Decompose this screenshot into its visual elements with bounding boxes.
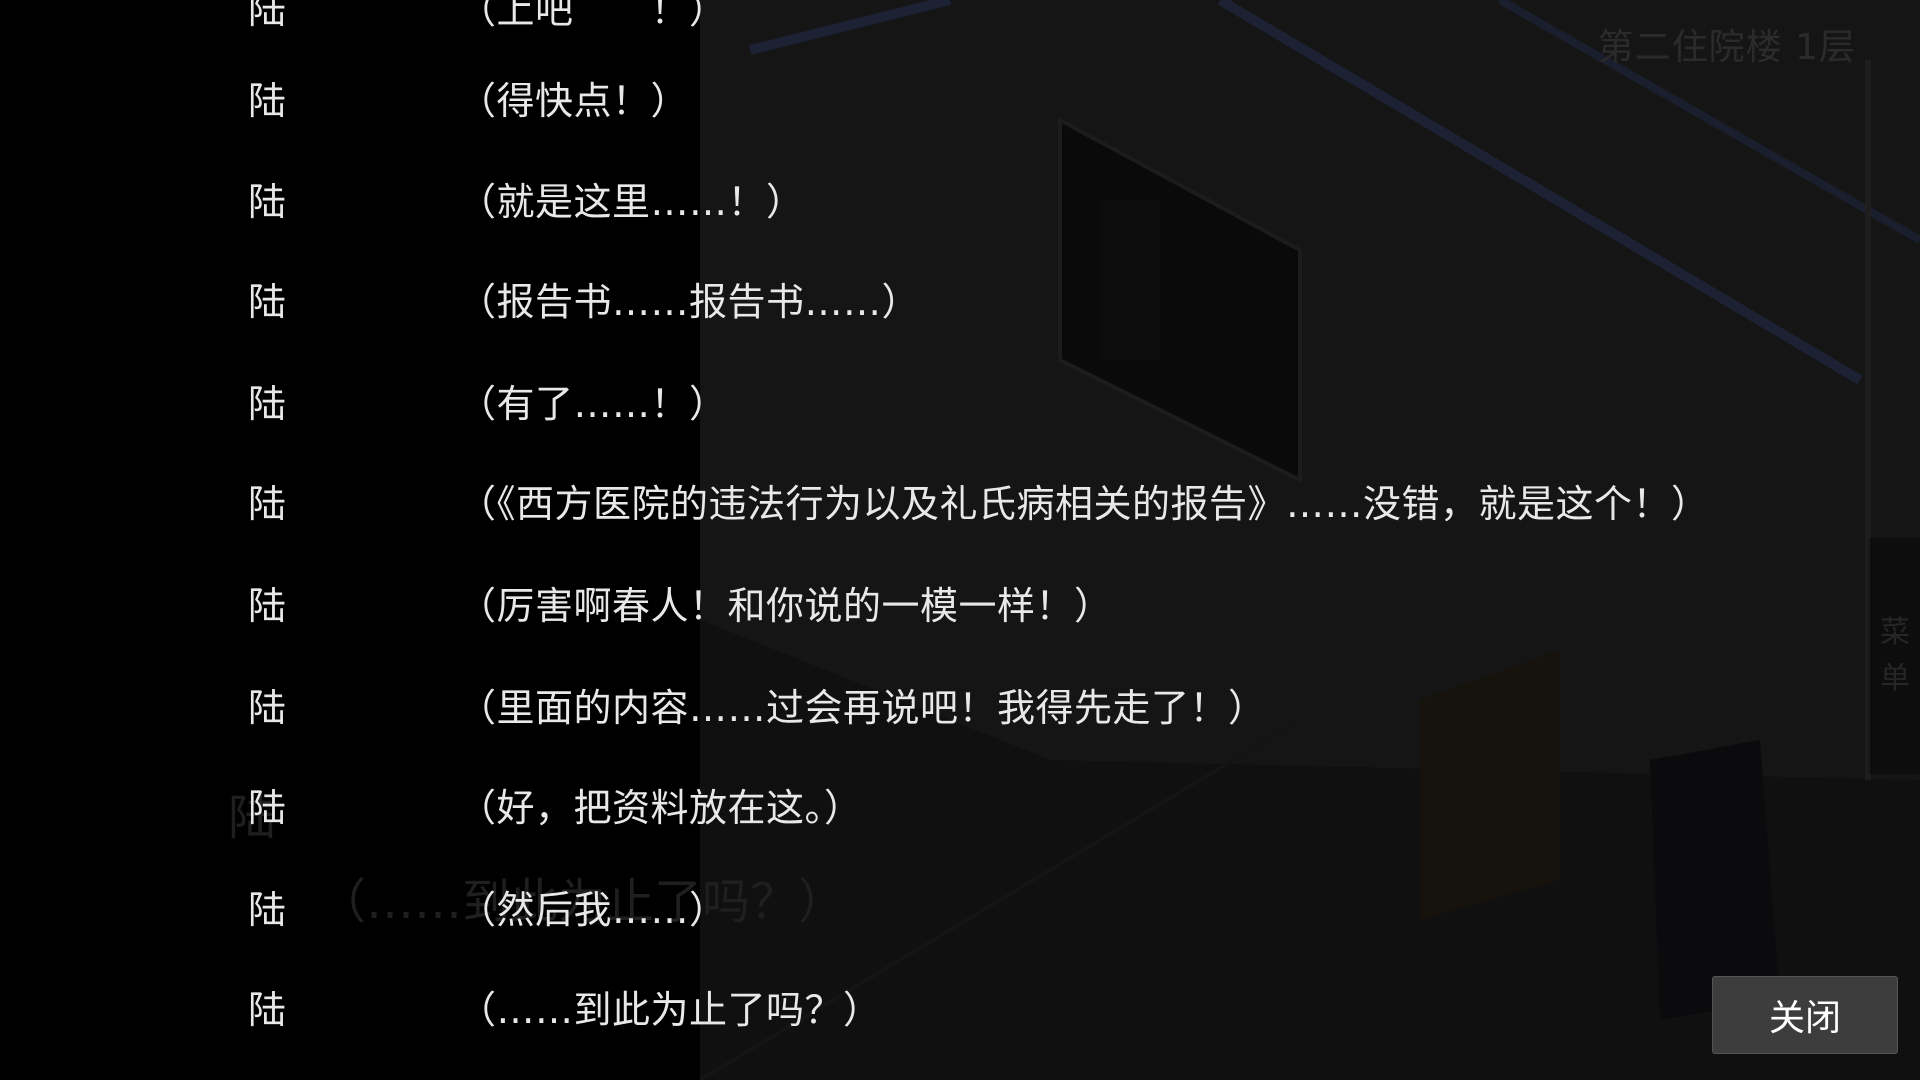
backlog-line: （厉害啊春人！和你说的一模一样！） <box>458 584 1113 628</box>
backlog-entry: 陆 （……到此为止了吗？） <box>0 980 1920 1040</box>
backlog-line: （里面的内容……过会再说吧！我得先走了！） <box>458 686 1267 730</box>
backlog-line: （好，把资料放在这。） <box>458 786 863 830</box>
backlog-entry: 陆 （就是这里……！） <box>0 172 1920 232</box>
backlog-speaker: 陆 <box>248 786 287 830</box>
backlog-entry: 陆 （上吧 ！） <box>0 0 1920 40</box>
backlog-speaker: 陆 <box>248 686 287 730</box>
backlog-speaker: 陆 <box>248 888 287 932</box>
backlog-line: （有了……！） <box>458 382 728 426</box>
backlog-speaker: 陆 <box>248 79 287 123</box>
backlog-entry: 陆 （报告书……报告书……） <box>0 272 1920 332</box>
backlog-entry: 陆 （得快点！） <box>0 71 1920 131</box>
backlog-line: （《西方医院的违法行为以及礼氏病相关的报告》……没错，就是这个！） <box>458 482 1710 526</box>
backlog-speaker: 陆 <box>248 280 287 324</box>
backlog-entry: 陆 （有了……！） <box>0 374 1920 434</box>
backlog-speaker: 陆 <box>248 382 287 426</box>
backlog-entry: 陆 （然后我……） <box>0 880 1920 940</box>
backlog-line: （得快点！） <box>458 79 690 123</box>
backlog-speaker: 陆 <box>248 482 287 526</box>
backlog-panel[interactable]: 陆 （上吧 ！） 陆 （得快点！） 陆 （就是这里……！） 陆 （报告书……报告… <box>0 0 1920 1080</box>
backlog-entry: 陆 （《西方医院的违法行为以及礼氏病相关的报告》……没错，就是这个！） <box>0 474 1920 534</box>
backlog-speaker: 陆 <box>248 988 287 1032</box>
backlog-speaker: 陆 <box>248 180 287 224</box>
backlog-entry: 陆 （里面的内容……过会再说吧！我得先走了！） <box>0 678 1920 738</box>
backlog-line: （……到此为止了吗？） <box>458 988 882 1032</box>
close-button[interactable]: 关闭 <box>1712 976 1898 1054</box>
backlog-line: （报告书……报告书……） <box>458 280 921 324</box>
backlog-entry: 陆 （好，把资料放在这。） <box>0 778 1920 838</box>
backlog-entry: 陆 （厉害啊春人！和你说的一模一样！） <box>0 576 1920 636</box>
backlog-speaker: 陆 <box>248 0 287 32</box>
backlog-speaker: 陆 <box>248 584 287 628</box>
game-screen: 第二住院楼 1层 菜 单 陆 （……到此为止了吗？） 陆 （上吧 ！） 陆 （得… <box>0 0 1920 1080</box>
backlog-line: （就是这里……！） <box>458 180 805 224</box>
backlog-line: （然后我……） <box>458 888 728 932</box>
backlog-line: （上吧 ！） <box>458 0 728 32</box>
